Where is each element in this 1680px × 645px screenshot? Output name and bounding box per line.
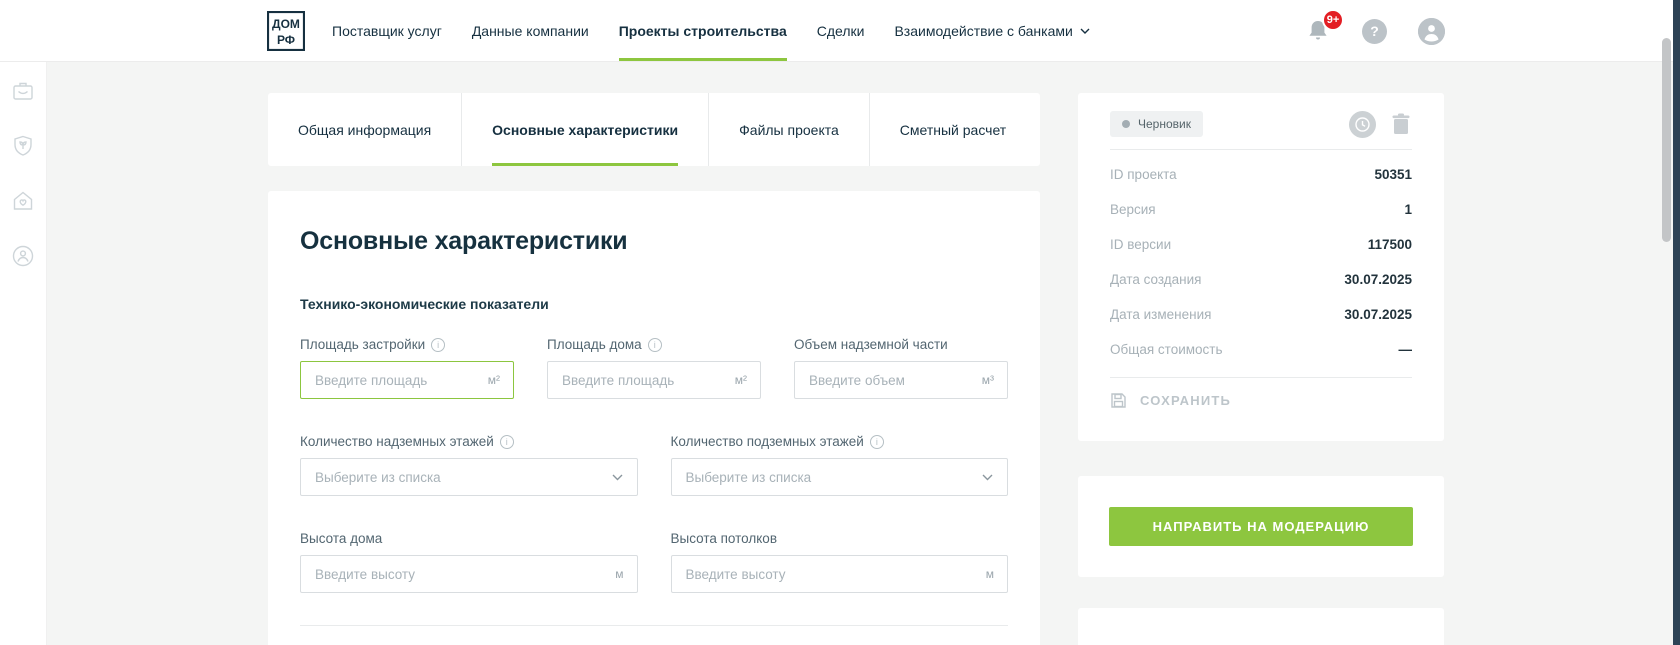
ceiling-height-input[interactable] (672, 556, 1008, 592)
notification-count-badge: 9+ (1322, 9, 1344, 31)
nav-item-label: Данные компании (472, 23, 589, 39)
house-height-input[interactable] (301, 556, 637, 592)
area-building-input[interactable] (301, 362, 513, 398)
tab-label: Основные характеристики (492, 122, 678, 138)
nav-item-label: Сделки (817, 23, 865, 39)
project-meta-list: ID проекта 50351 Версия 1 ID версии 1175… (1110, 157, 1412, 367)
svg-text:ДОМ: ДОМ (272, 17, 300, 31)
header-actions: 9+ ? (1305, 0, 1445, 62)
form-divider (300, 625, 1008, 626)
tab-project-files[interactable]: Файлы проекта (708, 93, 869, 166)
section-heading: Технико-экономические показатели (300, 296, 1008, 312)
field-label: Высота дома (300, 531, 382, 546)
field-label: Площадь дома (547, 337, 642, 352)
tab-estimate[interactable]: Сметный расчет (869, 93, 1036, 166)
meta-row-created-date: Дата создания 30.07.2025 (1110, 262, 1412, 297)
nav-item-bank-interaction[interactable]: Взаимодействие с банками (879, 0, 1104, 61)
form-row-areas: Площадь застройки м² Площадь дома м² (300, 336, 1008, 399)
info-icon[interactable] (500, 435, 514, 449)
field-floors-below: Количество подземных этажей Выберите из … (671, 433, 1009, 496)
briefcase-icon[interactable] (10, 78, 36, 104)
tab-label: Файлы проекта (739, 122, 839, 138)
nav-item-label: Взаимодействие с банками (894, 23, 1072, 39)
save-button[interactable]: СОХРАНИТЬ (1110, 392, 1412, 409)
meta-row-modified-date: Дата изменения 30.07.2025 (1110, 297, 1412, 332)
field-label: Количество надземных этажей (300, 434, 494, 449)
chevron-down-icon (982, 474, 993, 481)
nav-item-supplier[interactable]: Поставщик услуг (317, 0, 457, 61)
nav-item-company-data[interactable]: Данные компании (457, 0, 604, 61)
save-floppy-icon (1110, 392, 1127, 409)
top-nav-bar: ДОМ РФ Поставщик услуг Данные компании П… (0, 0, 1680, 62)
field-label: Количество подземных этажей (671, 434, 864, 449)
select-placeholder: Выберите из списка (315, 470, 441, 485)
additional-card (1078, 608, 1444, 645)
status-badge: Черновик (1110, 111, 1203, 137)
field-area-building: Площадь застройки м² (300, 336, 514, 399)
tab-general-info[interactable]: Общая информация (268, 93, 461, 166)
tab-label: Сметный расчет (900, 122, 1006, 138)
house-heart-icon[interactable] (10, 188, 36, 214)
window-edge-strip (1673, 0, 1680, 645)
chevron-down-icon (612, 474, 623, 481)
notifications-bell-icon[interactable]: 9+ (1305, 18, 1331, 44)
svg-text:РФ: РФ (277, 33, 295, 47)
meta-row-total-cost: Общая стоимость — (1110, 332, 1412, 367)
status-label: Черновик (1138, 117, 1191, 131)
person-circle-icon[interactable] (10, 243, 36, 269)
scrollbar-thumb[interactable] (1662, 38, 1671, 242)
area-house-input[interactable] (548, 362, 760, 398)
volume-above-input[interactable] (795, 362, 1007, 398)
floors-below-select[interactable]: Выберите из списка (671, 458, 1009, 496)
nav-item-label: Поставщик услуг (332, 23, 442, 39)
floors-above-select[interactable]: Выберите из списка (300, 458, 638, 496)
send-to-moderation-button[interactable]: НАПРАВИТЬ НА МОДЕРАЦИЮ (1109, 507, 1413, 546)
meta-row-project-id: ID проекта 50351 (1110, 157, 1412, 192)
project-tabs: Общая информация Основные характеристики… (268, 93, 1040, 166)
info-icon[interactable] (870, 435, 884, 449)
field-area-house: Площадь дома м² (547, 336, 761, 399)
characteristics-form-card: Основные характеристики Технико-экономич… (268, 191, 1040, 645)
main-nav: Поставщик услуг Данные компании Проекты … (317, 0, 1105, 61)
chevron-down-icon (1080, 28, 1090, 34)
trash-icon[interactable] (1390, 112, 1412, 136)
field-label: Объем надземной части (794, 337, 948, 352)
left-sidebar (0, 62, 47, 645)
status-dot-icon (1122, 120, 1130, 128)
page-title: Основные характеристики (300, 227, 1008, 256)
info-icon[interactable] (431, 338, 445, 352)
save-button-label: СОХРАНИТЬ (1140, 393, 1231, 408)
user-avatar[interactable] (1418, 18, 1445, 45)
project-info-card: Черновик ID проекта 50351 (1078, 93, 1444, 441)
panel-divider (1110, 377, 1412, 378)
select-placeholder: Выберите из списка (686, 470, 812, 485)
field-volume-above: Объем надземной части м³ (794, 336, 1008, 399)
field-floors-above: Количество надземных этажей Выберите из … (300, 433, 638, 496)
tab-main-characteristics[interactable]: Основные характеристики (461, 93, 708, 166)
project-side-panel: Черновик ID проекта 50351 (1078, 93, 1444, 645)
help-icon[interactable]: ? (1362, 19, 1387, 44)
domrf-logo-icon[interactable]: ДОМ РФ (267, 11, 305, 51)
nav-item-deals[interactable]: Сделки (802, 0, 880, 61)
field-label: Площадь застройки (300, 337, 425, 352)
form-row-heights: Высота дома м Высота потолков м (300, 530, 1008, 593)
tab-label: Общая информация (298, 122, 431, 138)
nav-item-construction-projects[interactable]: Проекты строительства (604, 0, 802, 61)
shield-icon[interactable] (10, 133, 36, 159)
form-row-floors: Количество надземных этажей Выберите из … (300, 433, 1008, 496)
history-clock-icon[interactable] (1349, 111, 1376, 138)
nav-item-label: Проекты строительства (619, 23, 787, 39)
info-icon[interactable] (648, 338, 662, 352)
help-glyph: ? (1370, 23, 1379, 39)
field-label: Высота потолков (671, 531, 778, 546)
meta-row-version: Версия 1 (1110, 192, 1412, 227)
meta-row-version-id: ID версии 117500 (1110, 227, 1412, 262)
field-ceiling-height: Высота потолков м (671, 530, 1009, 593)
panel-divider (1110, 149, 1412, 150)
moderation-card: НАПРАВИТЬ НА МОДЕРАЦИЮ (1078, 476, 1444, 577)
main-content: Общая информация Основные характеристики… (268, 93, 1040, 645)
field-house-height: Высота дома м (300, 530, 638, 593)
